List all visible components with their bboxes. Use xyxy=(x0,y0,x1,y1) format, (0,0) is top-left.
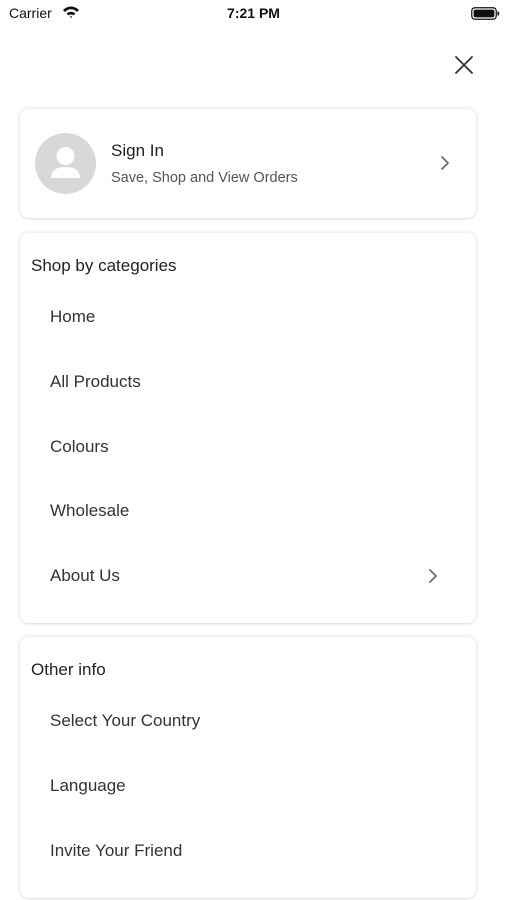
menu-item-select-country[interactable]: Select Your Country xyxy=(20,699,476,743)
avatar xyxy=(35,133,96,194)
chevron-right-icon xyxy=(429,569,437,583)
sign-in-title: Sign In xyxy=(111,141,164,160)
menu-item-label: Home xyxy=(50,307,96,326)
menu-item-all-products[interactable]: All Products xyxy=(20,360,476,404)
close-icon xyxy=(455,56,473,74)
categories-card: Shop by categories Home All Products Col… xyxy=(20,233,476,623)
menu-item-label: Colours xyxy=(50,437,109,456)
menu-item-home[interactable]: Home xyxy=(20,295,476,339)
menu-item-colours[interactable]: Colours xyxy=(20,425,476,469)
other-info-card: Other info Select Your Country Language … xyxy=(20,637,476,898)
chevron-right-icon xyxy=(441,156,449,170)
menu-item-label: Wholesale xyxy=(50,501,130,520)
menu-item-invite-friend[interactable]: Invite Your Friend xyxy=(20,829,476,873)
categories-section-title: Shop by categories xyxy=(31,256,177,275)
other-info-section-title: Other info xyxy=(31,660,106,679)
sign-in-subtitle: Save, Shop and View Orders xyxy=(111,170,298,186)
menu-item-label: All Products xyxy=(50,372,141,391)
status-bar: Carrier 7:21 PM xyxy=(0,0,507,28)
menu-item-language[interactable]: Language xyxy=(20,764,476,808)
close-button[interactable] xyxy=(450,51,478,79)
clock-time: 7:21 PM xyxy=(227,5,280,21)
battery-icon xyxy=(471,7,500,20)
sign-in-card[interactable]: Sign In Save, Shop and View Orders xyxy=(20,109,476,218)
menu-item-wholesale[interactable]: Wholesale xyxy=(20,489,476,533)
user-placeholder-icon xyxy=(51,147,80,178)
menu-item-label: About Us xyxy=(50,566,120,585)
menu-item-label: Select Your Country xyxy=(50,711,201,730)
menu-item-label: Invite Your Friend xyxy=(50,841,183,860)
menu-item-label: Language xyxy=(50,776,126,795)
menu-item-about-us[interactable]: About Us xyxy=(20,554,476,598)
